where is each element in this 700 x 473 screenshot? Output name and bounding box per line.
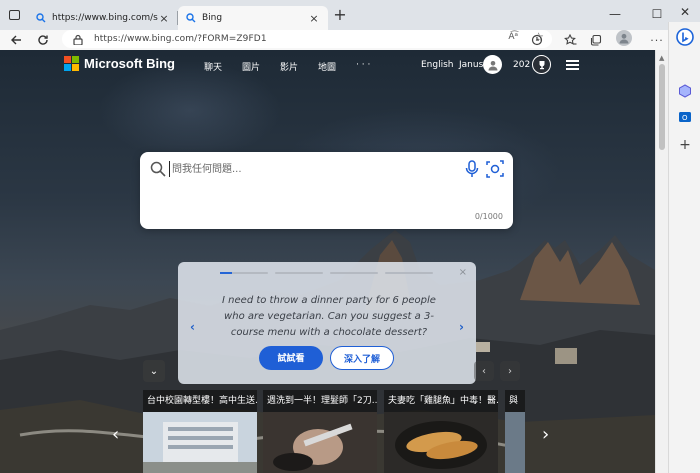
tab-setlang[interactable]: https://www.bing.com/setlang=zh × (28, 6, 178, 30)
news-title: 與 (505, 390, 525, 412)
progress-step[interactable] (330, 272, 378, 274)
feed-prev-button[interactable]: ‹ (474, 361, 494, 381)
news-card[interactable]: 台中校園轉型樓！高中生送... (143, 390, 257, 473)
microsoft-logo-icon (64, 56, 79, 71)
refresh-icon[interactable] (34, 31, 52, 49)
news-thumbnail-image (263, 412, 377, 473)
prompt-suggestion-card: × ‹ › I need to throw a dinner party for… (178, 262, 476, 384)
news-thumbnail-image (505, 412, 525, 473)
tab-close-icon[interactable]: × (308, 12, 320, 25)
scrollbar-thumb[interactable] (659, 64, 665, 150)
tab-title: Bing (202, 13, 223, 23)
shopping-icon[interactable] (676, 82, 694, 100)
tab-bing[interactable]: Bing × (178, 6, 328, 30)
prev-prompt-icon[interactable]: ‹ (190, 320, 195, 334)
search-box[interactable]: 0/1000 (140, 152, 513, 229)
news-card[interactable]: 週洗到一半！理髮師「2刀... (263, 390, 377, 473)
char-counter: 0/1000 (474, 212, 503, 221)
news-card[interactable]: 與 (505, 390, 525, 473)
next-prompt-icon[interactable]: › (459, 320, 464, 334)
carousel-prev-icon[interactable]: ‹ (112, 424, 119, 445)
collections-icon[interactable] (587, 31, 605, 49)
nav-maps[interactable]: 地圖 (318, 60, 336, 73)
rewards-points[interactable]: 202 (513, 60, 530, 70)
search-favicon-icon (186, 13, 196, 23)
minimize-button[interactable]: — (600, 4, 630, 24)
carousel-next-icon[interactable]: › (542, 424, 549, 445)
back-arrow-icon[interactable] (7, 31, 25, 49)
news-thumbnail-image (384, 412, 498, 473)
news-title: 週洗到一半！理髮師「2刀... (263, 390, 377, 412)
favorites-icon[interactable] (561, 31, 579, 49)
bing-homepage: Microsoft Bing 聊天 圖片 影片 地圖 · · · English… (0, 50, 655, 473)
collapse-feed-button[interactable]: ⌄ (143, 360, 165, 382)
tab-title: https://www.bing.com/setlang=zh (52, 13, 158, 23)
nav-more[interactable]: · · · (356, 60, 370, 73)
news-thumbnail-image (143, 412, 257, 473)
svg-text:O: O (682, 114, 688, 122)
rewards-trophy-icon[interactable] (532, 55, 551, 74)
user-name[interactable]: Janus (459, 60, 483, 70)
search-input[interactable] (169, 161, 449, 177)
search-icon (150, 161, 166, 177)
read-aloud-icon[interactable]: A͡ᵃ (508, 32, 518, 42)
browser-toolbar: https://www.bing.com/?FORM=Z9FD1 A͡ᵃ ☆ ·… (0, 30, 668, 50)
close-window-button[interactable]: ✕ (670, 2, 700, 22)
edge-sidebar: O + (668, 22, 700, 473)
close-icon[interactable]: × (459, 267, 467, 278)
carousel-progress (220, 272, 440, 274)
outlook-icon[interactable]: O (676, 108, 694, 126)
try-it-button[interactable]: 試試看 (259, 346, 323, 370)
logo-text: Microsoft Bing (84, 56, 175, 71)
nav-videos[interactable]: 影片 (280, 60, 298, 73)
address-bar[interactable]: https://www.bing.com/?FORM=Z9FD1 A͡ᵃ ☆ (62, 30, 552, 48)
nav-chat[interactable]: 聊天 (204, 60, 222, 73)
language-link[interactable]: English (421, 60, 454, 70)
scroll-up-icon[interactable]: ▲ (659, 54, 664, 62)
news-title: 夫妻吃「雞腿魚」中毒！醫... (384, 390, 498, 412)
lock-icon[interactable] (72, 33, 84, 45)
new-tab-button[interactable]: + (331, 7, 349, 25)
news-title: 台中校園轉型樓！高中生送... (143, 390, 257, 412)
microphone-icon[interactable] (465, 160, 479, 178)
tab-close-icon[interactable]: × (158, 12, 170, 25)
progress-step[interactable] (275, 272, 323, 274)
profile-avatar-icon[interactable] (616, 30, 632, 46)
add-sidebar-app-icon[interactable]: + (676, 136, 694, 154)
maximize-button[interactable]: ☐ (642, 4, 672, 24)
menu-icon[interactable] (566, 60, 579, 70)
tab-actions-icon[interactable] (6, 7, 22, 23)
feed-next-button[interactable]: › (500, 361, 520, 381)
visual-search-icon[interactable] (486, 160, 504, 178)
learn-more-button[interactable]: 深入了解 (330, 346, 394, 370)
nav-images[interactable]: 圖片 (242, 60, 260, 73)
top-nav: 聊天 圖片 影片 地圖 · · · (204, 60, 390, 73)
more-options-icon[interactable]: ··· (648, 31, 666, 49)
tab-strip: https://www.bing.com/setlang=zh × Bing ×… (0, 0, 700, 30)
user-avatar-icon[interactable] (483, 55, 502, 74)
bing-logo[interactable]: Microsoft Bing (64, 56, 175, 71)
progress-step[interactable] (220, 272, 268, 274)
copilot-icon[interactable] (676, 28, 694, 46)
search-favicon-icon (36, 13, 46, 23)
progress-step[interactable] (385, 272, 433, 274)
news-card[interactable]: 夫妻吃「雞腿魚」中毒！醫... (384, 390, 498, 473)
extension-icon[interactable] (528, 31, 546, 49)
page-scrollbar[interactable]: ▲ (655, 50, 668, 473)
prompt-text: I need to throw a dinner party for 6 peo… (222, 295, 436, 338)
url-text: https://www.bing.com/?FORM=Z9FD1 (94, 34, 267, 44)
